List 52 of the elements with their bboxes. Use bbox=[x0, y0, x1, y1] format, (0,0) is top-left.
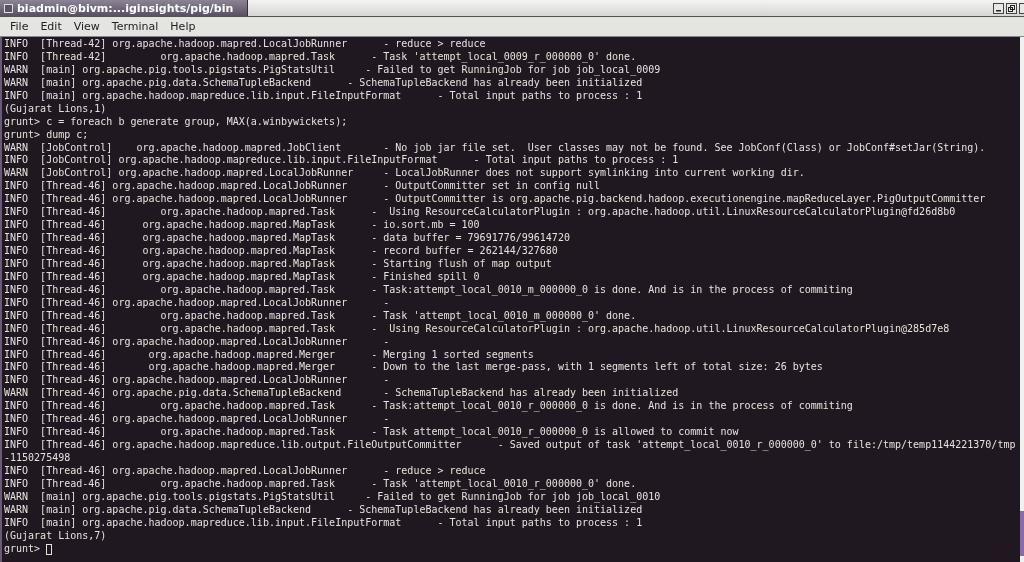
terminal-line: INFO [Thread-46] org.apache.hadoop.mapred.Merger - Merging 1 sorted segments bbox=[4, 348, 534, 362]
terminal-line: INFO [Thread-46] org.apache.hadoop.mapred.Task - Task 'attempt_local_0010_m_000000_0' done. bbox=[4, 309, 637, 323]
terminal-line: WARN [Thread-46] org.apache.pig.data.SchemaTupleBackend - SchemaTupleBackend has already been initialized bbox=[4, 387, 679, 401]
scrollbar-thumb[interactable] bbox=[1020, 511, 1024, 556]
terminal-line: INFO [Thread-46] org.apache.hadoop.mapred.LocalJobRunner - OutputCommitter is org.apache.pig.backend.hadoop.executionengine.mapReduceLayer.PigOutputCommitter bbox=[4, 193, 986, 207]
terminal-line: INFO [Thread-46] org.apache.hadoop.mapred.Task - Task 'attempt_local_0010_r_000000_0' done. bbox=[4, 477, 637, 491]
terminal-line: INFO [Thread-46] org.apache.hadoop.mapred.MapTask - io.sort.mb = 100 bbox=[4, 219, 480, 233]
terminal-line: INFO [Thread-46] org.apache.hadoop.mapred.MapTask - record buffer = 262144/327680 bbox=[4, 245, 558, 258]
terminal-line: grunt> dump c; bbox=[4, 128, 89, 142]
terminal-line: INFO [Thread-46] org.apache.hadoop.mapred.LocalJobRunner - OutputCommitter set in config null bbox=[4, 180, 601, 194]
terminal-line: INFO [Thread-42] org.apache.hadoop.mapred.Task - Task 'attempt_local_0009_r_000000_0' done. bbox=[4, 50, 637, 64]
shell-prompt: grunt> bbox=[4, 542, 41, 556]
window-menu-icon[interactable] bbox=[4, 3, 13, 13]
menu-item[interactable]: Edit bbox=[34, 20, 68, 33]
minimize-icon[interactable] bbox=[993, 2, 1004, 14]
terminal-line: grunt> c = foreach b generate group, MAX(a.winbywickets); bbox=[4, 115, 348, 129]
terminal-line: INFO [Thread-46] org.apache.hadoop.mapred.Task - Task attempt_local_0010_r_000000_0 is allowed to commit now bbox=[4, 426, 739, 440]
menu-item[interactable]: File bbox=[4, 20, 35, 33]
terminal-line: (Gujarat Lions,1) bbox=[4, 102, 107, 116]
menu-item[interactable]: Terminal bbox=[105, 20, 165, 33]
terminal-line: WARN [JobControl] org.apache.hadoop.mapred.JobClient - No job jar file set. User classes may not be found. See JobConf(Class) or JobConf#setJar(String). bbox=[4, 141, 986, 155]
terminal-line: INFO [Thread-46] org.apache.hadoop.mapred.Task - Using ResourceCalculatorPlugin : org.apache.hadoop.util.LinuxResourceCalculatorPlugin@fd26d8b0 bbox=[4, 206, 956, 220]
terminal-line: (Gujarat Lions,7) bbox=[4, 529, 107, 543]
terminal-line: INFO [Thread-46] org.apache.hadoop.mapred.LocalJobRunner - bbox=[4, 335, 390, 349]
terminal-line: INFO [Thread-46] org.apache.hadoop.mapred.LocalJobRunner - bbox=[4, 296, 390, 310]
terminal-line: INFO [Thread-46] org.apache.hadoop.mapred.Task - Task:attempt_local_0010_r_000000_0 is done. And is in the process of commiting bbox=[4, 400, 853, 414]
terminal-line: WARN [main] org.apache.pig.tools.pigstats.PigStatsUtil - Failed to get RunningJob for job job_local_0009 bbox=[4, 63, 661, 77]
scrollbar[interactable] bbox=[1020, 37, 1024, 562]
terminal-line: WARN [main] org.apache.pig.data.SchemaTupleBackend - SchemaTupleBackend has already been initialized bbox=[4, 76, 643, 90]
window-title: biadmin@bivm:...iginsights/pig/bin bbox=[17, 1, 234, 15]
text-cursor bbox=[46, 543, 53, 555]
terminal-line: WARN [main] org.apache.pig.tools.pigstats.PigStatsUtil - Failed to get RunningJob for job job_local_0010 bbox=[4, 490, 661, 504]
terminal-line: INFO [Thread-46] org.apache.hadoop.mapred.MapTask - Finished spill 0 bbox=[4, 270, 480, 284]
terminal-line: INFO [Thread-46] org.apache.hadoop.mapred.Task - Using ResourceCalculatorPlugin : org.apache.hadoop.util.LinuxResourceCalculatorPlugin@285d7e8 bbox=[4, 322, 950, 336]
terminal-line: WARN [main] org.apache.pig.data.SchemaTupleBackend - SchemaTupleBackend has already been initialized bbox=[4, 503, 643, 517]
menu-item[interactable]: Help bbox=[164, 20, 202, 33]
terminal-line: INFO [Thread-42] org.apache.hadoop.mapred.LocalJobRunner - reduce > reduce bbox=[4, 38, 486, 51]
menu-item[interactable]: View bbox=[67, 20, 106, 33]
terminal-line: INFO [Thread-46] org.apache.hadoop.mapred.LocalJobRunner - bbox=[4, 374, 390, 388]
terminal-line: INFO [main] org.apache.hadoop.mapreduce.lib.input.FileInputFormat - Total input paths to process : 1 bbox=[4, 89, 643, 103]
terminal-line: INFO [Thread-46] org.apache.hadoop.mapred.MapTask - data buffer = 79691776/99614720 bbox=[4, 232, 570, 245]
terminal-line: INFO [main] org.apache.hadoop.mapreduce.lib.input.FileInputFormat - Total input paths to process : 1 bbox=[4, 516, 643, 530]
terminal-line: -1150275498 bbox=[4, 452, 71, 465]
terminal-line: WARN [JobControl] org.apache.hadoop.mapred.LocalJobRunner - LocalJobRunner does not support symlinking into current working dir. bbox=[4, 167, 805, 181]
terminal-line: INFO [JobControl] org.apache.hadoop.mapreduce.lib.input.FileInputFormat - Total input paths to process : 1 bbox=[4, 154, 679, 168]
terminal-line: INFO [Thread-46] org.apache.hadoop.mapred.MapTask - Starting flush of map output bbox=[4, 257, 552, 271]
restore-icon[interactable] bbox=[1006, 2, 1017, 14]
terminal-line: INFO [Thread-46] org.apache.hadoop.mapreduce.lib.output.FileOutputCommitter - Saved output of task 'attempt_local_0010_r_000000_0' to file:/tmp/temp1144221370/tmp bbox=[4, 439, 1016, 452]
terminal-line: INFO [Thread-46] org.apache.hadoop.mapred.LocalJobRunner - bbox=[4, 413, 390, 427]
terminal-line: INFO [Thread-46] org.apache.hadoop.mapred.Merger - Down to the last merge-pass, with 1 segments left of total size: 26 bytes bbox=[4, 361, 823, 375]
terminal-line: INFO [Thread-46] org.apache.hadoop.mapred.LocalJobRunner - reduce > reduce bbox=[4, 464, 486, 478]
terminal-line: INFO [Thread-46] org.apache.hadoop.mapred.Task - Task:attempt_local_0010_m_000000_0 is done. And is in the process of commiting bbox=[4, 283, 853, 297]
